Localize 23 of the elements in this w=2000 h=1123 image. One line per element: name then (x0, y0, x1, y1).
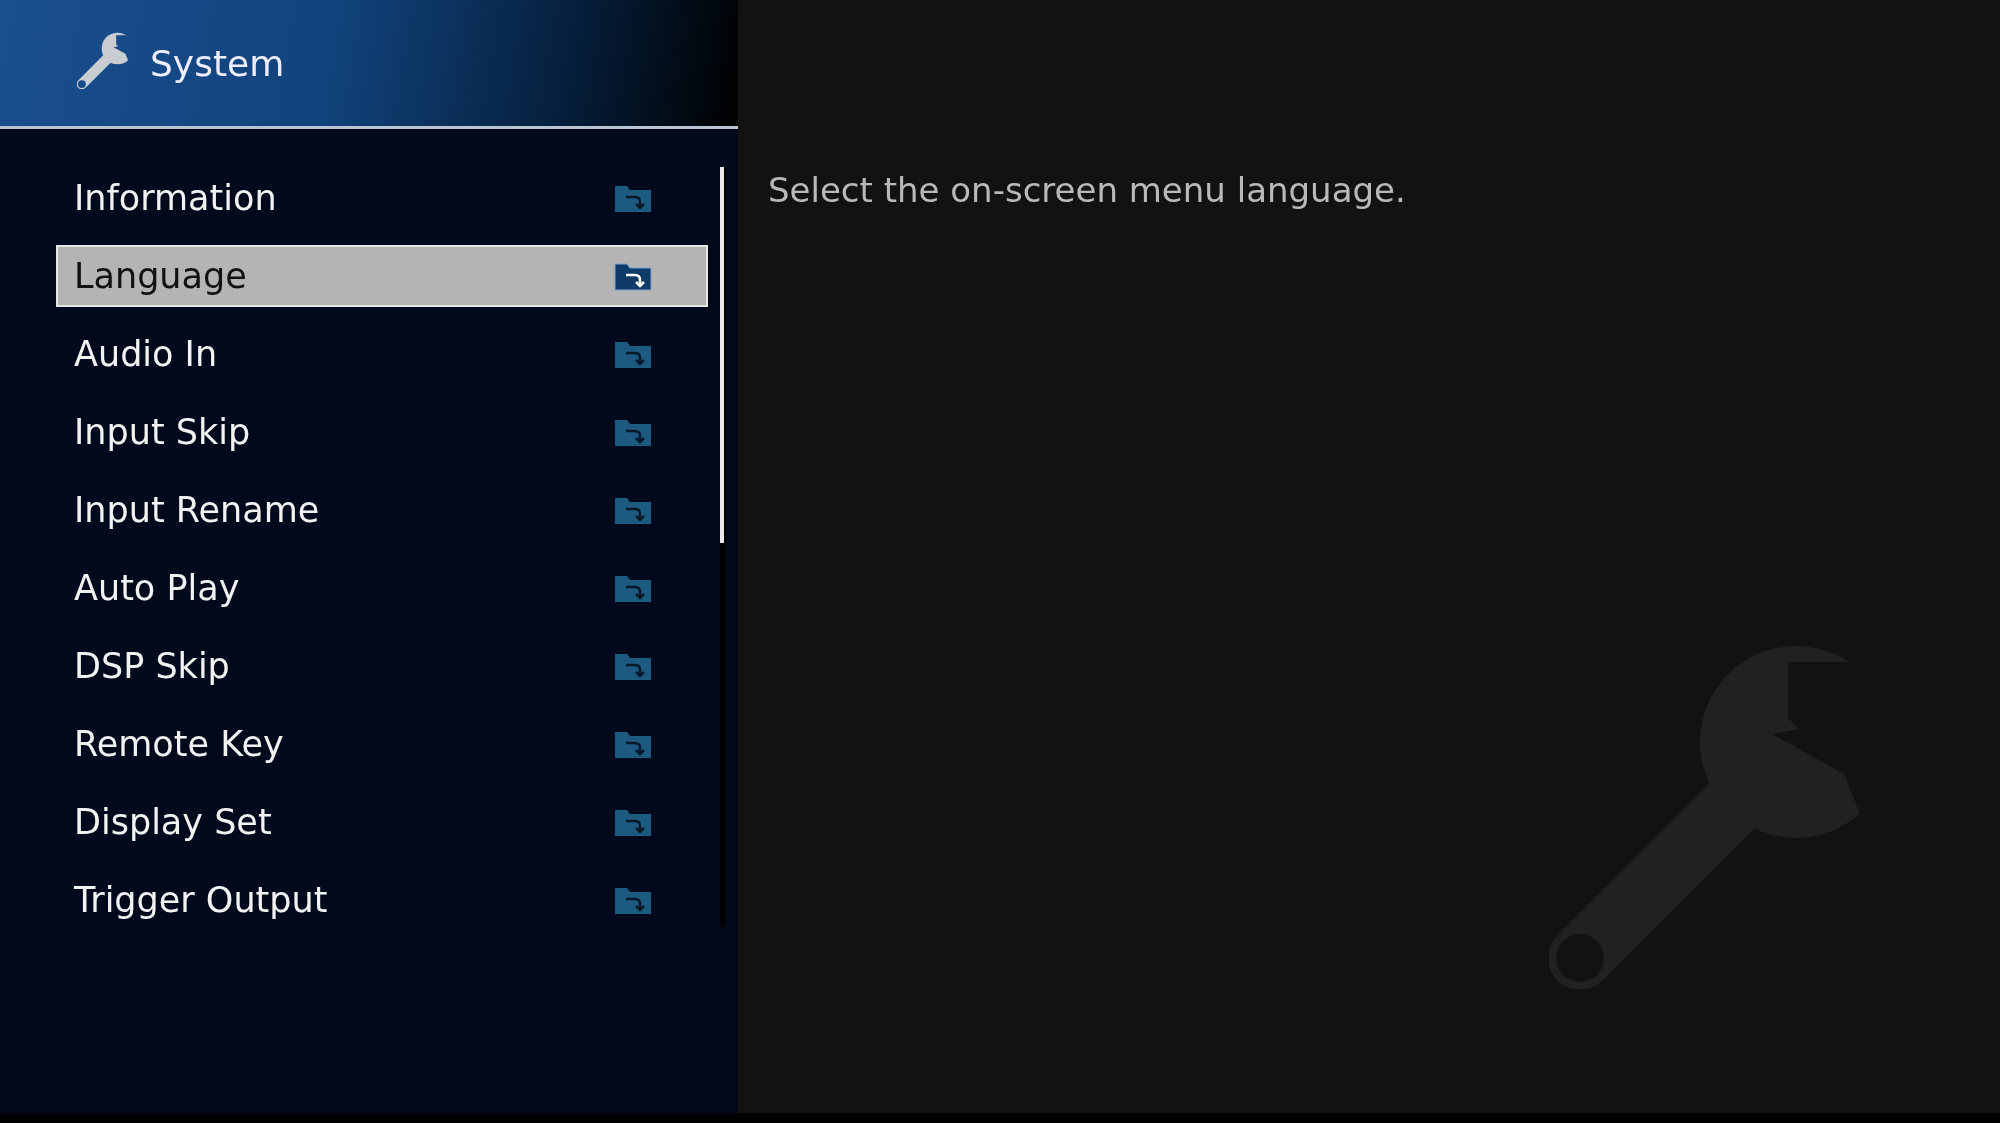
folder-arrow-icon (614, 339, 652, 369)
menu-item[interactable]: Audio In (56, 323, 708, 385)
folder-arrow-icon (614, 417, 652, 447)
scrollbar[interactable] (720, 167, 726, 927)
description-text: Select the on-screen menu language. (768, 170, 1407, 210)
menu-item[interactable]: Display Set (56, 791, 708, 853)
folder-arrow-icon (614, 885, 652, 915)
folder-arrow-icon (614, 573, 652, 603)
menu-item[interactable]: Information (56, 167, 708, 229)
folder-arrow-icon (614, 807, 652, 837)
menu-item[interactable]: Trigger Output (56, 869, 708, 931)
menu-item[interactable]: Auto Play (56, 557, 708, 619)
folder-arrow-icon (614, 495, 652, 525)
menu-item[interactable]: DSP Skip (56, 635, 708, 697)
folder-arrow-icon (614, 183, 652, 213)
menu-item[interactable]: Language (56, 245, 708, 307)
menu-title: System (150, 42, 285, 84)
menu-item[interactable]: Input Skip (56, 401, 708, 463)
folder-arrow-icon (614, 651, 652, 681)
menu-item[interactable]: Input Rename (56, 479, 708, 541)
folder-arrow-icon (614, 261, 652, 291)
menu-item[interactable]: Remote Key (56, 713, 708, 775)
folder-arrow-icon (614, 729, 652, 759)
